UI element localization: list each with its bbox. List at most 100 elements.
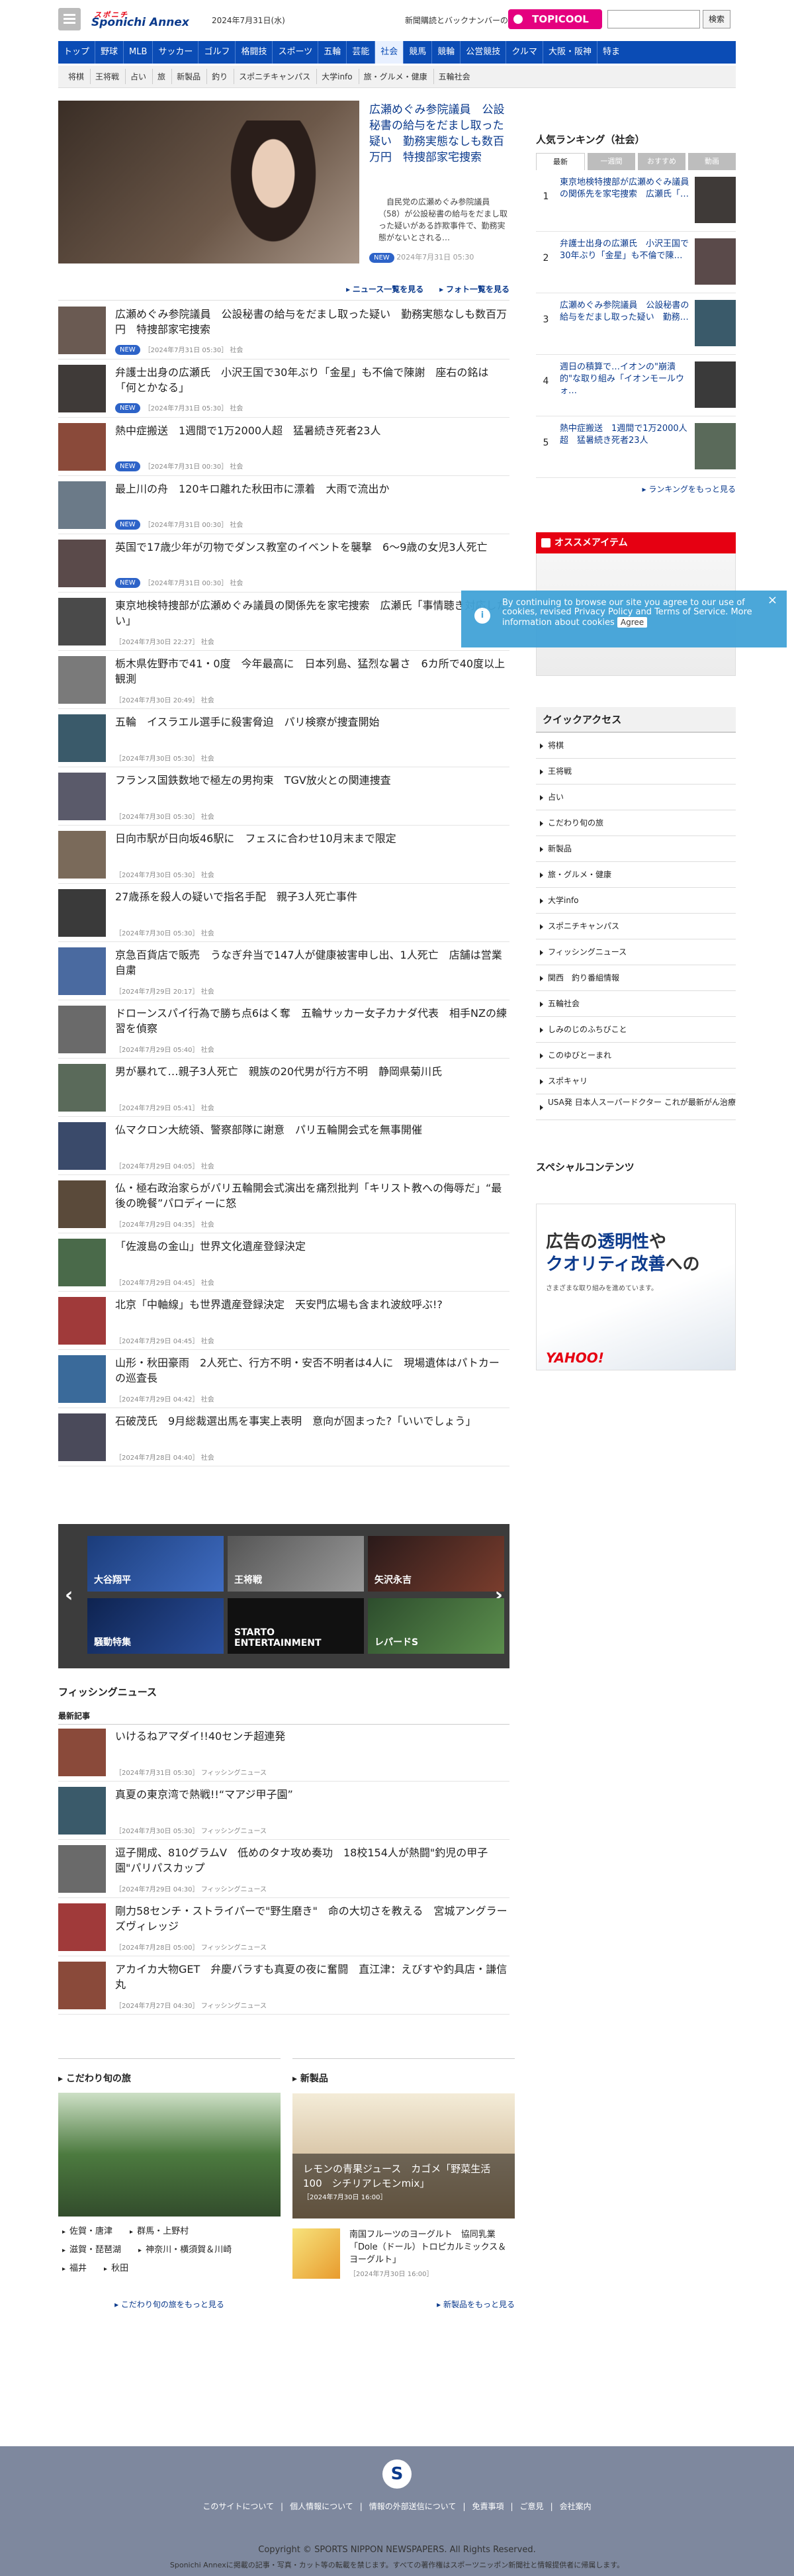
nav-item[interactable]: 大阪・阪神 xyxy=(543,41,597,64)
hero-photo[interactable] xyxy=(58,101,359,263)
nav-item[interactable]: 特ま xyxy=(597,41,625,64)
topicool-banner[interactable]: TOPICOOL xyxy=(508,9,602,29)
carousel-tile[interactable]: 矢沢永吉 xyxy=(368,1536,504,1592)
search-button[interactable]: 検索 xyxy=(703,10,730,28)
news-item[interactable]: 広瀬めぐみ参院議員 公設秘書の給与をだまし取った疑い 勤務実態なしも数百万円 特… xyxy=(58,301,509,359)
news-title[interactable]: 仏・極右政治家らがパリ五輪開会式演出を痛烈批判「キリスト教への侮辱だ」“最後の晩… xyxy=(115,1180,509,1211)
news-title[interactable]: 広瀬めぐみ参院議員 公設秘書の給与をだまし取った疑い 勤務実態なしも数百万円 特… xyxy=(115,307,509,337)
news-title[interactable]: 男が暴れて…親子3人死亡 親族の20代男が行方不明 静岡県菊川氏 xyxy=(115,1064,509,1079)
news-title[interactable]: 栃木県佐野市で41・0度 今年最高に 日本列島、猛烈な暑さ 6カ所で40度以上観… xyxy=(115,656,509,687)
fishing-item[interactable]: 剛力58センチ・ストライパーで"野生磨き" 命の大切さを教える 宮城アングラーズ… xyxy=(58,1898,509,1956)
news-thumb[interactable] xyxy=(58,947,106,995)
shinseihin-caption[interactable]: レモンの青果ジュース カゴメ「野菜生活100 シチリアレモンmix」 ［2024年… xyxy=(292,2154,515,2218)
news-title[interactable]: 山形・秋田豪雨 2人死亡、行方不明・安否不明者は4人に 現場遺体はパトカーの巡査… xyxy=(115,1355,509,1386)
ranking-thumb[interactable] xyxy=(695,238,736,285)
ranking-title-text[interactable]: 週日の積算で…イオンの"崩潰的"な取り組み「イオンモールウォ… xyxy=(560,361,689,397)
ranking-item[interactable]: 4 週日の積算で…イオンの"崩潰的"な取り組み「イオンモールウォ… xyxy=(536,355,736,416)
quick-access-item[interactable]: フィッシングニュース xyxy=(536,939,736,965)
news-thumb[interactable] xyxy=(58,1180,106,1228)
nav-item[interactable]: クルマ xyxy=(506,41,543,64)
fishing-title-text[interactable]: 逗子開成、810グラムV 低めのタナ攻め奏功 18校154人が熱闘"釣児の甲子園… xyxy=(115,1845,509,1876)
search-input[interactable] xyxy=(607,10,700,28)
kodawari-link[interactable]: 滋賀・琵琶湖 xyxy=(62,2241,121,2260)
news-thumb[interactable] xyxy=(58,1297,106,1345)
nav-item[interactable]: MLB xyxy=(124,41,154,64)
news-thumb[interactable] xyxy=(58,714,106,762)
agree-button[interactable]: Agree xyxy=(617,617,648,628)
news-title[interactable]: 石破茂氏 9月総裁選出馬を事実上表明 意向が固まった?「いいでしょう」 xyxy=(115,1413,509,1429)
hero-title[interactable]: 広瀬めぐみ参院議員 公設秘書の給与をだまし取った疑い 勤務実態なしも数百万円 特… xyxy=(369,102,508,166)
news-title[interactable]: 仏マクロン大統領、警察部隊に謝意 パリ五輪開会式を無事開催 xyxy=(115,1122,509,1137)
footer-link[interactable]: 会社案内 xyxy=(560,2502,592,2511)
news-title[interactable]: ドローンスパイ行為で勝ち点6はく奪 五輪サッカー女子カナダ代表 相手NZの練習を… xyxy=(115,1006,509,1036)
nav-item[interactable]: 格闘技 xyxy=(236,41,273,64)
quick-access-item[interactable]: こだわり旬の旅 xyxy=(536,810,736,836)
news-item[interactable]: 仏・極右政治家らがパリ五輪開会式演出を痛烈批判「キリスト教への侮辱だ」“最後の晩… xyxy=(58,1175,509,1233)
news-title[interactable]: 熱中症搬送 1週間で1万2000人超 猛暑続き死者23人 xyxy=(115,423,509,438)
footer-link[interactable]: 情報の外部送信について xyxy=(369,2502,457,2511)
news-item[interactable]: 弁護士出身の広瀬氏 小沢王国で30年ぶり「金星」も不倫で陳謝 座右の銘は「何とか… xyxy=(58,359,509,418)
news-thumb[interactable] xyxy=(58,481,106,529)
news-thumb[interactable] xyxy=(58,423,106,471)
ranking-item[interactable]: 1 東京地検特捜部が広瀬めぐみ議員の関係先を家宅捜索 広瀬氏「… xyxy=(536,170,736,232)
ranking-thumb[interactable] xyxy=(695,423,736,469)
nav-item[interactable]: サッカー xyxy=(153,41,199,64)
nav-item[interactable]: 芸能 xyxy=(347,41,376,64)
news-thumb[interactable] xyxy=(58,1239,106,1286)
ranking-item[interactable]: 3 広瀬めぐみ参院議員 公設秘書の給与をだまし取った疑い 勤務… xyxy=(536,293,736,355)
quick-access-item[interactable]: 関西 釣り番組情報 xyxy=(536,965,736,991)
carousel-tile[interactable]: 王将戦 xyxy=(228,1536,364,1592)
news-item[interactable]: 山形・秋田豪雨 2人死亡、行方不明・安否不明者は4人に 現場遺体はパトカーの巡査… xyxy=(58,1350,509,1408)
news-thumb[interactable] xyxy=(58,889,106,937)
news-title[interactable]: 北京「中軸線」も世界遺産登録決定 天安門広場も含まれ波紋呼ぶ!? xyxy=(115,1297,509,1312)
quick-access-item[interactable]: スポニチキャンパス xyxy=(536,914,736,939)
kodawari-link[interactable]: 佐賀・唐津 xyxy=(62,2222,112,2241)
kodawari-link[interactable]: 秋田 xyxy=(104,2260,128,2278)
carousel-tile[interactable]: レパードS xyxy=(368,1598,504,1654)
fishing-thumb[interactable] xyxy=(58,1962,106,2009)
ranking-tab-week[interactable]: 一週間 xyxy=(588,153,635,170)
quick-access-item[interactable]: 王将戦 xyxy=(536,759,736,785)
news-item[interactable]: 石破茂氏 9月総裁選出馬を事実上表明 意向が固まった?「いいでしょう」 ［2024… xyxy=(58,1408,509,1466)
fishing-title-text[interactable]: いけるねアマダイ!!40センチ超連発 xyxy=(115,1729,509,1744)
footer-logo[interactable]: S xyxy=(382,2459,412,2489)
news-thumb[interactable] xyxy=(58,831,106,879)
nav-item[interactable]: スポーツ xyxy=(273,41,319,64)
subnav-item[interactable]: 将棋 xyxy=(64,69,89,84)
quick-access-item[interactable]: スポキャリ xyxy=(536,1069,736,1094)
ad-banner[interactable]: 広告の透明性や クオリティ改善への さまざまな取り組みを進めています。 YAHOO… xyxy=(536,1204,736,1370)
kodawari-more-link[interactable]: ▸ こだわり旬の旅をもっと見る xyxy=(58,2299,281,2310)
ranking-thumb[interactable] xyxy=(695,361,736,408)
ranking-thumb[interactable] xyxy=(695,177,736,223)
news-list-link[interactable]: ▸ ニュース一覧を見る xyxy=(346,285,423,294)
menu-icon[interactable] xyxy=(58,8,81,30)
news-title[interactable]: 京急百貨店で販売 うなぎ弁当で147人が健康被害申し出、1人死亡 店舗は営業自粛 xyxy=(115,947,509,978)
news-item[interactable]: 仏マクロン大統領、警察部隊に謝意 パリ五輪開会式を無事開催 ［2024年7月29日… xyxy=(58,1117,509,1175)
site-logo[interactable]: スポニチ Sponichi Annex xyxy=(91,9,204,29)
nav-item[interactable]: 五輪 xyxy=(318,41,347,64)
subnav-item[interactable]: 釣り xyxy=(206,69,232,84)
carousel-tile[interactable]: STARTO ENTERTAINMENT xyxy=(228,1598,364,1654)
subnav-item[interactable]: 五輪社会 xyxy=(433,69,475,84)
quick-access-item[interactable]: 将棋 xyxy=(536,733,736,759)
news-item[interactable]: フランス国鉄数地で極左の男拘束 TGV放火との関連捜査 ［2024年7月30日 0… xyxy=(58,767,509,826)
news-title[interactable]: 英国で17歳少年が刃物でダンス教室のイベントを襲撃 6〜9歳の女児3人死亡 xyxy=(115,540,509,555)
news-thumb[interactable] xyxy=(58,773,106,820)
news-thumb[interactable] xyxy=(58,656,106,704)
news-item[interactable]: 英国で17歳少年が刃物でダンス教室のイベントを襲撃 6〜9歳の女児3人死亡 NEW… xyxy=(58,534,509,593)
ranking-title-text[interactable]: 東京地検特捜部が広瀬めぐみ議員の関係先を家宅捜索 広瀬氏「… xyxy=(560,177,689,201)
kodawari-link[interactable]: 神奈川・横須賀＆川崎 xyxy=(138,2241,232,2260)
kodawari-link[interactable]: 群馬・上野村 xyxy=(130,2222,189,2241)
fishing-item[interactable]: 真夏の東京湾で熱戦!!“マアジ甲子園” ［2024年7月30日 05:30］ フィ… xyxy=(58,1782,509,1840)
news-title[interactable]: 弁護士出身の広瀬氏 小沢王国で30年ぶり「金星」も不倫で陳謝 座右の銘は「何とか… xyxy=(115,365,509,395)
carousel-tile[interactable]: 大谷翔平 xyxy=(87,1536,224,1592)
news-item[interactable]: 最上川の舟 120キロ離れた秋田市に漂着 大雨で流出か NEW ［2024年7月31… xyxy=(58,476,509,534)
news-item[interactable]: 北京「中軸線」も世界遺産登録決定 天安門広場も含まれ波紋呼ぶ!? ［2024年7月… xyxy=(58,1292,509,1350)
ranking-tab-latest[interactable]: 最新 xyxy=(536,153,585,170)
footer-link[interactable]: 個人情報について xyxy=(290,2502,353,2511)
footer-link[interactable]: ご意見 xyxy=(520,2502,544,2511)
subnav-item[interactable]: スポニチキャンパス xyxy=(234,69,315,84)
quick-access-item[interactable]: 旅・グルメ・健康 xyxy=(536,862,736,888)
nav-item[interactable]: 競馬 xyxy=(404,41,433,64)
news-item[interactable]: 東京地検特捜部が広瀬めぐみ議員の関係先を家宅捜索 広瀬氏「事情聴き対応したい」 ［… xyxy=(58,593,509,651)
